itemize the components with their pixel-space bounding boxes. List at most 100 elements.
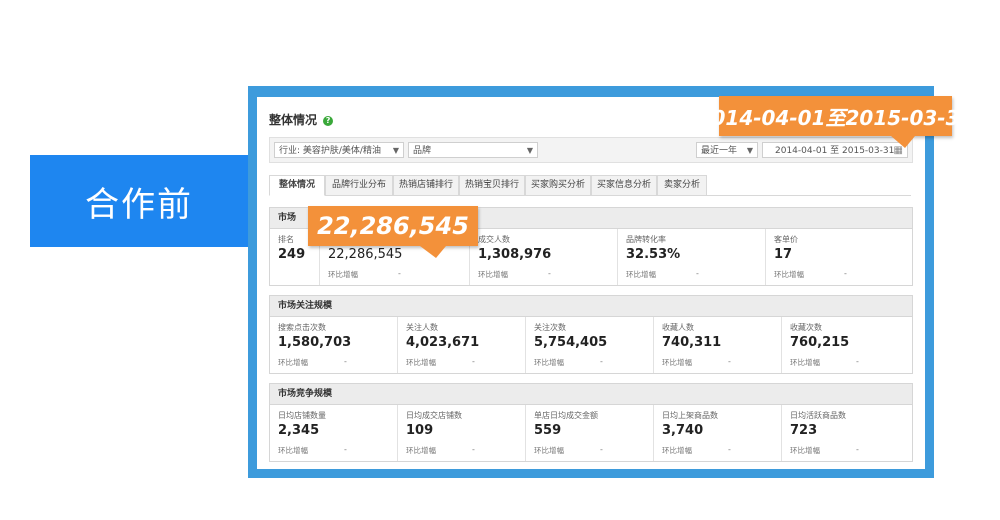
metric-favorite-count: 收藏次数 760,215 环比增幅 - <box>782 317 912 373</box>
tab-hot-shops[interactable]: 热销店铺排行 <box>393 175 459 196</box>
tab-bar: 整体情况 品牌行业分布 热销店铺排行 热销宝贝排行 买家购买分析 买家信息分析 … <box>269 175 911 196</box>
metric-favorite-users: 收藏人数 740,311 环比增幅 - <box>654 317 782 373</box>
tab-overview[interactable]: 整体情况 <box>269 175 325 196</box>
chevron-down-icon: ▼ <box>746 146 753 155</box>
metric-label: 成交人数 <box>478 235 510 244</box>
industry-select[interactable]: 行业: 美容护肤/美体/精油 ▼ <box>274 142 404 158</box>
change-value: - <box>844 269 847 278</box>
change-label: 环比增幅 <box>278 446 308 455</box>
metric-value: 559 <box>534 423 562 438</box>
date-range-callout: 2014-04-01至2015-03-31 <box>698 96 973 148</box>
change-value: - <box>344 445 347 454</box>
change-label: 环比增幅 <box>534 358 564 367</box>
metric-daily-shops: 日均店铺数量 2,345 环比增幅 - <box>270 405 398 461</box>
metric-label: 关注人数 <box>406 323 438 332</box>
metric-label: 客单价 <box>774 235 798 244</box>
brand-select[interactable]: 品牌 ▼ <box>408 142 538 158</box>
metric-shop-daily-amount: 单店日均成交金额 559 环比增幅 - <box>526 405 654 461</box>
tab-seller-analysis[interactable]: 卖家分析 <box>657 175 707 196</box>
chevron-down-icon: ▼ <box>526 146 533 155</box>
change-value: - <box>600 357 603 366</box>
date-range-callout-text: 2014-04-01至2015-03-31 <box>697 105 974 130</box>
metric-label: 排名 <box>278 235 294 244</box>
change-label: 环比增幅 <box>774 270 804 279</box>
change-value: - <box>548 269 551 278</box>
metric-value: 109 <box>406 423 434 438</box>
metric-value: 760,215 <box>790 335 850 350</box>
sales-callout: 22,286,545 <box>308 206 478 258</box>
change-label: 环比增幅 <box>790 358 820 367</box>
change-label: 环比增幅 <box>478 270 508 279</box>
metric-value: 740,311 <box>662 335 722 350</box>
before-cooperation-badge: 合作前 <box>30 155 248 247</box>
metric-label: 日均上架商品数 <box>662 411 718 420</box>
section-market-attention: 市场关注规模 搜索点击次数 1,580,703 环比增幅 - 关注人数 4,02… <box>269 295 913 374</box>
metric-value: 4,023,671 <box>406 335 480 350</box>
metric-follow-count: 关注次数 5,754,405 环比增幅 - <box>526 317 654 373</box>
filter-bar: 行业: 美容护肤/美体/精油 ▼ 品牌 ▼ 最近一年 ▼ 2014-04-01 … <box>269 137 913 163</box>
period-select-value: 最近一年 <box>701 146 738 156</box>
change-label: 环比增幅 <box>328 270 358 279</box>
industry-select-value: 行业: 美容护肤/美体/精油 <box>279 146 381 156</box>
change-value: - <box>472 357 475 366</box>
metric-label: 关注次数 <box>534 323 566 332</box>
metric-label: 收藏人数 <box>662 323 694 332</box>
callout-pointer <box>420 246 446 258</box>
metric-value: 5,754,405 <box>534 335 608 350</box>
metric-value: 32.53% <box>626 247 681 262</box>
tab-brand-distribution[interactable]: 品牌行业分布 <box>325 175 393 196</box>
help-icon[interactable]: ? <box>323 115 334 126</box>
change-value: - <box>344 357 347 366</box>
date-range-input[interactable]: 2014-04-01 至 2015-03-31 ▦ <box>762 142 908 158</box>
change-value: - <box>472 445 475 454</box>
change-value: - <box>728 357 731 366</box>
section-market-competition: 市场竞争规模 日均店铺数量 2,345 环比增幅 - 日均成交店铺数 109 环… <box>269 383 913 462</box>
metric-conversion: 品牌转化率 32.53% 环比增幅 - <box>618 229 766 285</box>
metric-daily-listed-items: 日均上架商品数 3,740 环比增幅 - <box>654 405 782 461</box>
change-value: - <box>856 357 859 366</box>
change-label: 环比增幅 <box>534 446 564 455</box>
date-range-value: 2014-04-01 至 2015-03-31 <box>775 146 895 156</box>
metric-followers: 关注人数 4,023,671 环比增幅 - <box>398 317 526 373</box>
metric-value: 1,308,976 <box>478 247 552 262</box>
tab-hot-items[interactable]: 热销宝贝排行 <box>459 175 525 196</box>
metric-label: 日均店铺数量 <box>278 411 326 420</box>
metric-value: 17 <box>774 247 793 262</box>
metric-label: 品牌转化率 <box>626 235 666 244</box>
section-title: 市场竞争规模 <box>270 384 912 405</box>
metric-label: 单店日均成交金额 <box>534 411 598 420</box>
period-select[interactable]: 最近一年 ▼ <box>696 142 758 158</box>
metric-label: 日均活跃商品数 <box>790 411 846 420</box>
metric-value: 2,345 <box>278 423 320 438</box>
metric-value: 1,580,703 <box>278 335 352 350</box>
tab-buyer-info[interactable]: 买家信息分析 <box>591 175 657 196</box>
metric-search-clicks: 搜索点击次数 1,580,703 环比增幅 - <box>270 317 398 373</box>
sales-callout-text: 22,286,545 <box>317 212 469 240</box>
change-label: 环比增幅 <box>278 358 308 367</box>
change-label: 环比增幅 <box>406 358 436 367</box>
metric-avg-order: 客单价 17 环比增幅 - <box>766 229 912 285</box>
tab-buyer-purchase[interactable]: 买家购买分析 <box>525 175 591 196</box>
panel-title-text: 整体情况 <box>269 113 318 127</box>
brand-select-value: 品牌 <box>413 146 432 156</box>
metric-value: 3,740 <box>662 423 704 438</box>
metric-value: 723 <box>790 423 818 438</box>
change-value: - <box>856 445 859 454</box>
change-value: - <box>600 445 603 454</box>
metric-label: 收藏次数 <box>790 323 822 332</box>
metric-label: 日均成交店铺数 <box>406 411 462 420</box>
metric-value: 22,286,545 <box>328 247 403 262</box>
change-label: 环比增幅 <box>406 446 436 455</box>
change-label: 环比增幅 <box>790 446 820 455</box>
change-label: 环比增幅 <box>662 358 692 367</box>
change-value: - <box>398 269 401 278</box>
metric-value: 249 <box>278 247 306 262</box>
metric-buyers: 成交人数 1,308,976 环比增幅 - <box>470 229 618 285</box>
metric-label: 搜索点击次数 <box>278 323 326 332</box>
overview-panel: 整体情况? 行业: 美容护肤/美体/精油 ▼ 品牌 ▼ 最近一年 ▼ 2014-… <box>257 97 925 469</box>
section-title: 市场关注规模 <box>270 296 912 317</box>
callout-pointer <box>891 136 915 148</box>
chevron-down-icon: ▼ <box>392 146 399 155</box>
change-label: 环比增幅 <box>662 446 692 455</box>
change-value: - <box>696 269 699 278</box>
